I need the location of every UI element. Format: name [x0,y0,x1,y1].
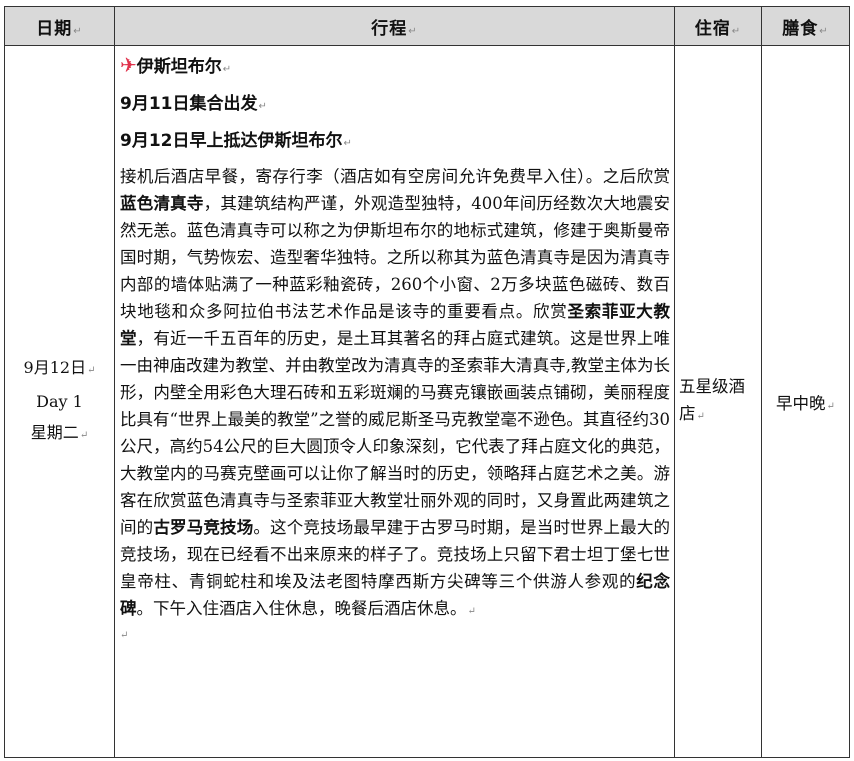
meals-cell: 早中晚↵ [761,45,850,758]
day-label: Day 1 [36,392,83,411]
itinerary-description: 接机后酒店早餐，寄存行李（酒店如有空房间允许免费早入住）。之后欣赏蓝色清真寺，其… [120,167,671,618]
header-meals: 膳食↵ [761,6,850,46]
hippodrome-highlight: 古罗马竞技场 [153,518,254,537]
header-date: 日期↵ [4,6,115,46]
day-row: 9月12日↵ Day 1 星期二↵ ✈伊斯坦布尔↵ 9月11日集合出发↵ 9月1… [4,45,850,758]
city-heading: ✈伊斯坦布尔↵ [120,53,232,77]
header-itinerary: 行程↵ [114,6,675,46]
itinerary-table: 日期↵ 行程↵ 住宿↵ 膳食↵ 9月12日↵ Day 1 星期二↵ ✈伊斯坦布尔… [4,6,850,758]
date-cell: 9月12日↵ Day 1 星期二↵ [4,45,115,758]
date-text: 9月12日↵ [23,358,96,377]
end-paragraph-mark: ↵ [120,630,129,641]
airplane-icon: ✈ [120,53,137,77]
hotel-cell: 五星级酒店↵ [674,45,762,758]
departure-line: 9月11日集合出发↵ [120,94,267,114]
blue-mosque-highlight: 蓝色清真寺 [120,194,204,213]
weekday-text: 星期二↵ [30,423,89,442]
arrival-line: 9月12日早上抵达伊斯坦布尔↵ [120,131,352,151]
header-row: 日期↵ 行程↵ 住宿↵ 膳食↵ [4,6,850,46]
header-hotel: 住宿↵ [674,6,762,46]
itinerary-cell: ✈伊斯坦布尔↵ 9月11日集合出发↵ 9月12日早上抵达伊斯坦布尔↵ 接机后酒店… [114,45,675,758]
